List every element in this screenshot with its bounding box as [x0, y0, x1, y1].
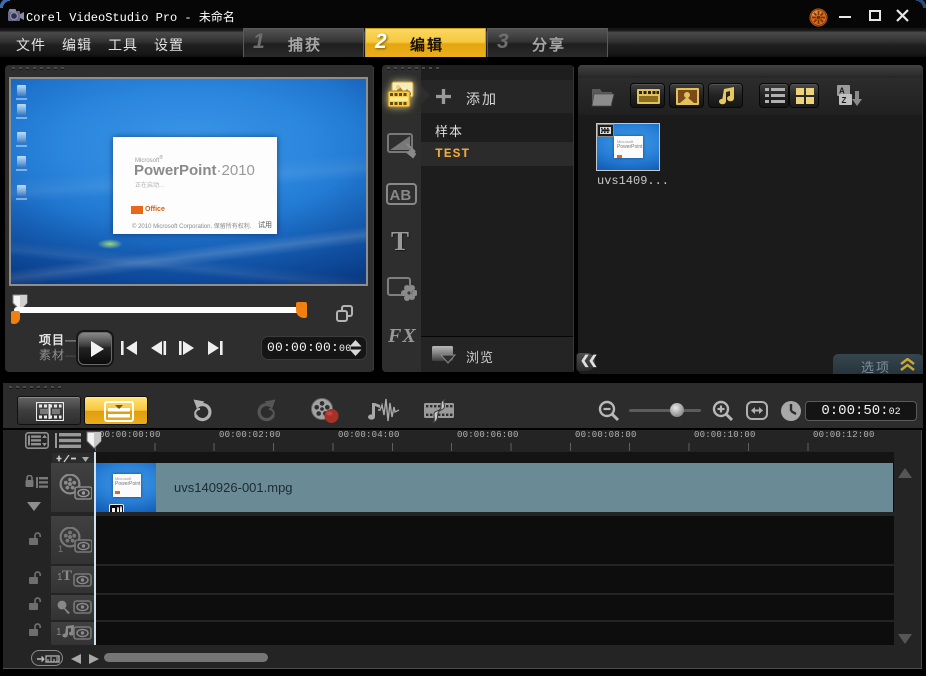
svg-text:1: 1 [58, 544, 63, 553]
svg-text:AB: AB [390, 187, 412, 204]
svg-text:Z: Z [842, 96, 847, 105]
